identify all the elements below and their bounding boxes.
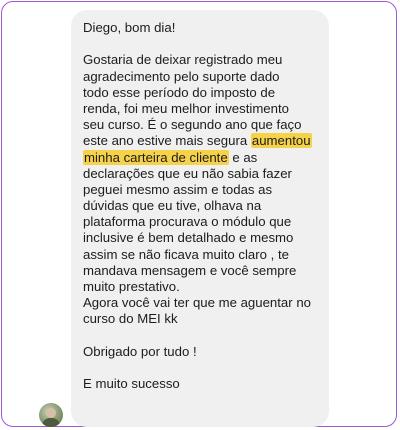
message-line: renda, foi meu melhor investimento [83,100,289,116]
message-line: inclusive é bem detalhado e mesmo [83,230,294,246]
message-line: E muito sucesso [83,376,180,392]
message-line: mandava mensagem e você sempre [83,262,297,278]
message-line: Obrigado por tudo ! [83,343,197,359]
message-line: todo esse período do imposto de [83,84,276,100]
avatar-body-icon [42,418,60,427]
avatar-face-icon [46,408,56,418]
message-line-highlight-end: minha carteira de cliente e as [83,149,319,166]
message-line: declarações que eu não sabia fazer [83,165,292,181]
message-text: e as [228,149,258,165]
message-line: muito prestativo. [83,279,180,294]
message-line: agradecimento pelo suporte dado [83,68,280,84]
message-line: peguei mesmo assim e todas as [83,181,273,197]
message-line: assim se não ficava muito claro , te [83,246,289,262]
message-line-highlight-start: este ano estive mais segura aumentou [83,133,319,149]
user-avatar[interactable] [39,403,63,427]
message-line: seu curso. É o segundo ano que faço [83,117,302,133]
highlighted-text: minha carteira de cliente [83,149,229,165]
message-bubble: Diego, bom dia! Gostaria de deixar regis… [71,10,329,427]
message-line: Agora você vai ter que me aguentar no [83,295,311,311]
message-line: plataforma procurava o módulo que [83,214,292,230]
message-text: este ano estive mais segura [83,133,251,149]
message-line: dúvidas que eu tive, olhava na [83,198,262,214]
message-line: Gostaria de deixar registrado meu [83,52,283,68]
message-line: curso do MEI kk [83,311,178,327]
message-line: Diego, bom dia! [83,20,176,35]
highlighted-text: aumentou [250,133,312,149]
